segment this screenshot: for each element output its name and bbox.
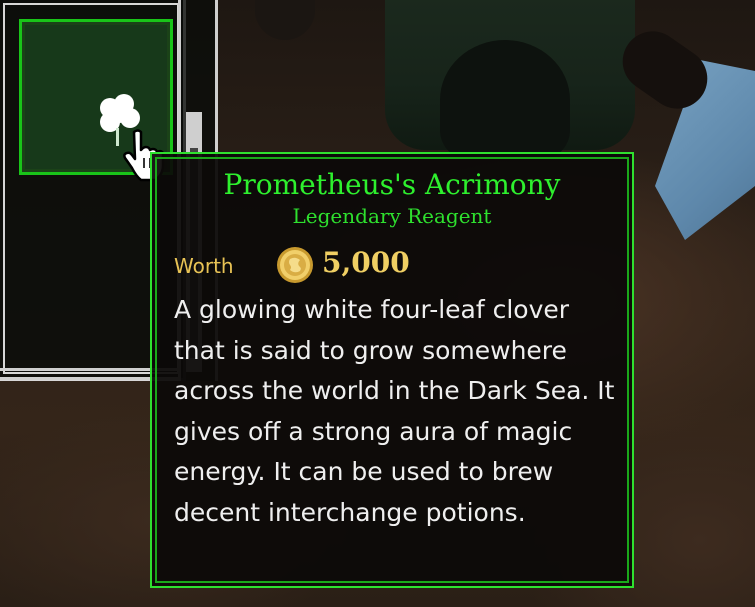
worth-label: Worth: [174, 254, 234, 278]
worth-value: 5,000: [322, 246, 410, 279]
item-name: Prometheus's Acrimony: [223, 168, 561, 201]
item-rarity-type: Legendary Reagent: [292, 204, 492, 228]
item-description: A glowing white four-leaf clover that is…: [174, 295, 615, 527]
item-tooltip: Prometheus's Acrimony Legendary Reagent …: [150, 152, 634, 588]
character-shadow: [440, 40, 570, 160]
gold-coin-icon: [277, 247, 313, 283]
